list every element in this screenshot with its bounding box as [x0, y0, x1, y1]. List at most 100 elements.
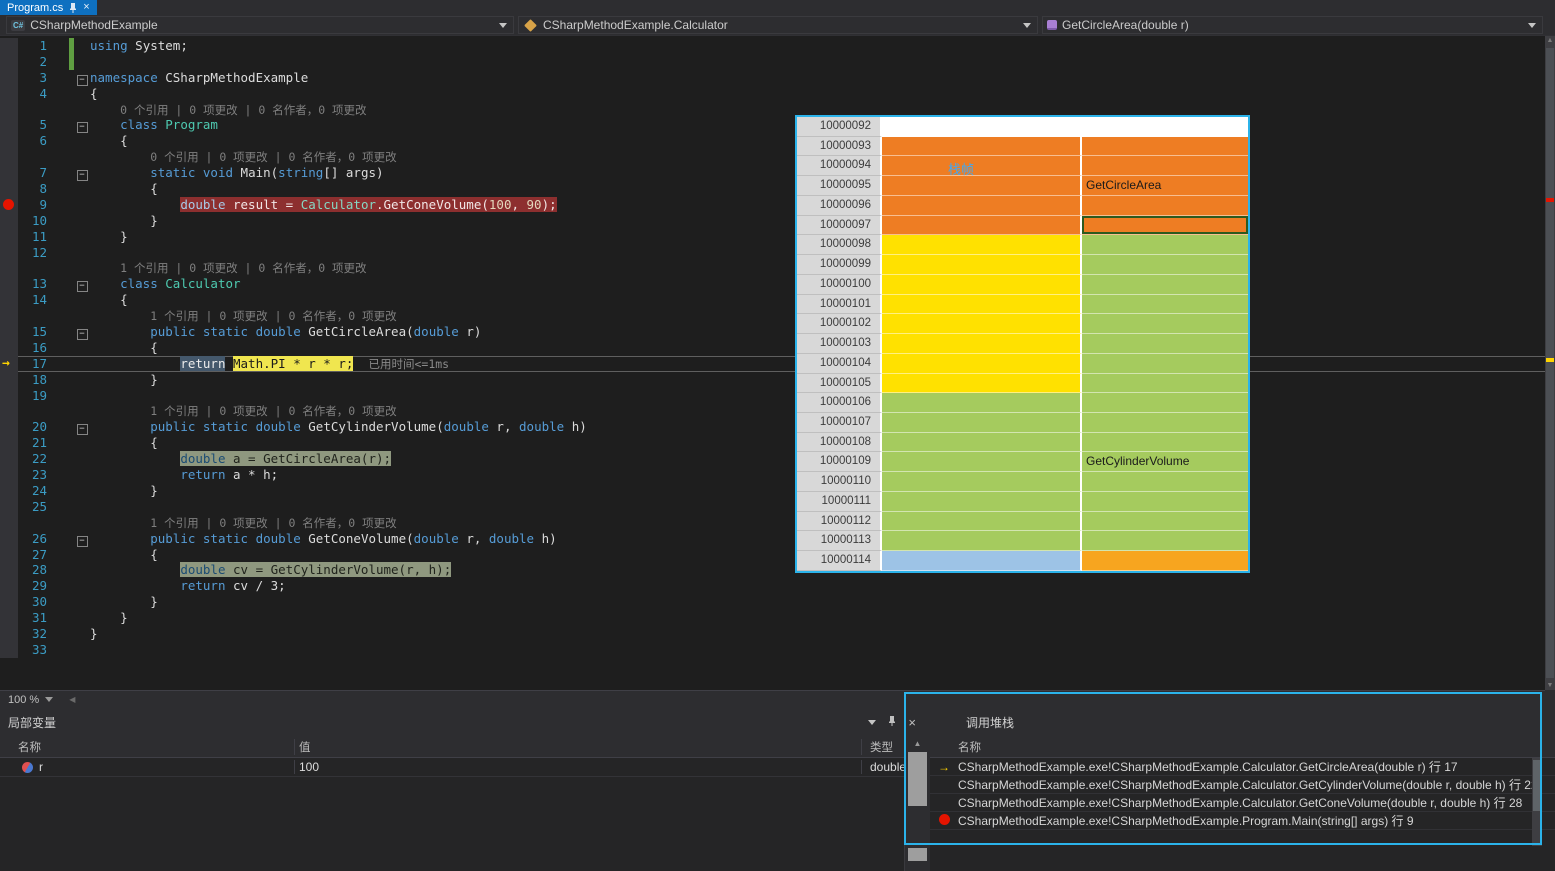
breakpoint-margin[interactable] — [0, 388, 18, 404]
breakpoint-margin[interactable] — [0, 70, 18, 86]
code-line[interactable]: 2 — [0, 54, 1545, 70]
code-line[interactable]: 8 { — [0, 181, 1545, 197]
code-line[interactable]: 21 { — [0, 435, 1545, 451]
code-line[interactable]: 0 个引用 | 0 项更改 | 0 名作者，0 项更改 — [0, 102, 1545, 118]
breakpoint-margin[interactable] — [0, 102, 18, 118]
breakpoint-margin[interactable] — [0, 483, 18, 499]
code-line[interactable]: 28 double cv = GetCylinderVolume(r, h); — [0, 562, 1545, 578]
code-line[interactable]: 6 { — [0, 133, 1545, 149]
breakpoint-margin[interactable] — [0, 54, 18, 70]
code-line[interactable]: 4{ — [0, 86, 1545, 102]
code-line[interactable]: 27 { — [0, 547, 1545, 563]
collapse-icon[interactable]: − — [77, 536, 88, 547]
breakpoint-margin[interactable] — [0, 435, 18, 451]
code-line[interactable]: 5− class Program — [0, 117, 1545, 133]
scroll-up-icon[interactable]: ▲ — [1545, 37, 1555, 44]
breakpoint-margin[interactable] — [0, 610, 18, 626]
breakpoint-margin[interactable] — [0, 547, 18, 563]
breakpoint-margin[interactable] — [0, 467, 18, 483]
window-menu-chevron-icon[interactable] — [868, 720, 876, 725]
codelens-text[interactable]: 0 个引用 | 0 项更改 | 0 名作者，0 项更改 — [150, 150, 396, 164]
breakpoint-margin[interactable] — [0, 308, 18, 324]
breakpoint-margin[interactable] — [0, 38, 18, 54]
callstack-frame[interactable]: CSharpMethodExample.exe!CSharpMethodExam… — [930, 794, 1555, 812]
locals-titlebar[interactable]: 局部变量 × — [0, 708, 930, 736]
breakpoint-margin[interactable] — [0, 292, 18, 308]
breakpoint-margin[interactable] — [0, 578, 18, 594]
collapse-icon[interactable]: − — [77, 281, 88, 292]
breakpoint-margin[interactable] — [0, 86, 18, 102]
code-line[interactable]: 12 — [0, 245, 1545, 261]
collapse-icon[interactable]: − — [77, 75, 88, 86]
hscroll-left-icon[interactable]: ◀ — [69, 695, 75, 704]
breakpoint-margin[interactable] — [0, 340, 18, 356]
collapse-icon[interactable]: − — [77, 424, 88, 435]
column-header-name[interactable]: 名称 — [958, 739, 981, 755]
breakpoint-margin[interactable] — [0, 642, 18, 658]
column-header-value[interactable]: 值 — [295, 739, 862, 755]
close-icon[interactable]: × — [83, 2, 89, 13]
code-line[interactable]: 31 } — [0, 610, 1545, 626]
collapse-icon[interactable]: − — [77, 170, 88, 181]
breakpoint-margin[interactable] — [0, 626, 18, 642]
breakpoint-margin[interactable] — [0, 260, 18, 276]
breakpoint-margin[interactable]: → — [0, 356, 18, 372]
breakpoint-margin[interactable] — [0, 213, 18, 229]
collapse-icon[interactable]: − — [77, 122, 88, 133]
codelens-text[interactable]: 1 个引用 | 0 项更改 | 0 名作者，0 项更改 — [150, 404, 396, 418]
variable-value-cell[interactable]: 100 — [295, 760, 862, 774]
breakpoint-margin[interactable] — [0, 515, 18, 531]
breakpoint-margin[interactable] — [0, 324, 18, 340]
codelens-text[interactable]: 0 个引用 | 0 项更改 | 0 名作者，0 项更改 — [120, 103, 366, 117]
code-line[interactable]: 3−namespace CSharpMethodExample — [0, 70, 1545, 86]
breakpoint-margin[interactable] — [0, 245, 18, 261]
pin-icon[interactable] — [69, 3, 77, 13]
breakpoint-margin[interactable] — [0, 197, 18, 213]
code-line[interactable]: 23 return a * h; — [0, 467, 1545, 483]
code-line[interactable]: 13− class Calculator — [0, 276, 1545, 292]
locals-row[interactable]: r100double — [0, 758, 930, 777]
collapse-icon[interactable]: − — [77, 329, 88, 340]
breakpoint-icon[interactable] — [3, 199, 14, 210]
breakpoint-margin[interactable] — [0, 181, 18, 197]
code-line[interactable]: 15− public static double GetCircleArea(d… — [0, 324, 1545, 340]
breakpoint-margin[interactable] — [0, 594, 18, 610]
column-header-name[interactable]: 名称 — [0, 739, 295, 755]
scrollbar-thumb[interactable] — [1533, 760, 1541, 811]
breakpoint-margin[interactable] — [0, 372, 18, 388]
code-line[interactable]: 1using System; — [0, 38, 1545, 54]
code-line[interactable]: 7− static void Main(string[] args) — [0, 165, 1545, 181]
code-line[interactable]: 20− public static double GetCylinderVolu… — [0, 419, 1545, 435]
breakpoint-margin[interactable] — [0, 451, 18, 467]
callstack-frame[interactable]: →CSharpMethodExample.exe!CSharpMethodExa… — [930, 758, 1555, 776]
breakpoint-margin[interactable] — [0, 229, 18, 245]
editor-vertical-scrollbar[interactable]: ▲ ▼ — [1545, 36, 1555, 690]
callstack-frame[interactable]: CSharpMethodExample.exe!CSharpMethodExam… — [930, 776, 1555, 794]
code-line[interactable]: 29 return cv / 3; — [0, 578, 1545, 594]
project-dropdown[interactable]: C# CSharpMethodExample — [6, 16, 514, 34]
code-line[interactable]: 30 } — [0, 594, 1545, 610]
code-line[interactable]: 1 个引用 | 0 项更改 | 0 名作者，0 项更改 — [0, 403, 1545, 419]
code-line[interactable]: 25 — [0, 499, 1545, 515]
breakpoint-margin[interactable] — [0, 403, 18, 419]
callstack-frame[interactable]: CSharpMethodExample.exe!CSharpMethodExam… — [930, 812, 1555, 830]
scroll-down-icon[interactable]: ▼ — [1545, 682, 1555, 689]
breakpoint-margin[interactable] — [0, 562, 18, 578]
locals-scrollbar[interactable]: ▲ — [904, 736, 930, 871]
code-line[interactable]: 24 } — [0, 483, 1545, 499]
code-line[interactable]: 0 个引用 | 0 项更改 | 0 名作者，0 项更改 — [0, 149, 1545, 165]
code-line[interactable]: 9 double result = Calculator.GetConeVolu… — [0, 197, 1545, 213]
scrollbar-thumb[interactable] — [1546, 48, 1554, 678]
code-line[interactable]: 1 个引用 | 0 项更改 | 0 名作者，0 项更改 — [0, 260, 1545, 276]
scrollbar-thumb[interactable] — [908, 752, 927, 806]
tab-program-cs[interactable]: Program.cs × — [0, 0, 97, 15]
code-line[interactable]: 1 个引用 | 0 项更改 | 0 名作者，0 项更改 — [0, 308, 1545, 324]
breakpoint-margin[interactable] — [0, 499, 18, 515]
code-line[interactable]: 33 — [0, 642, 1545, 658]
code-line[interactable]: 26− public static double GetConeVolume(d… — [0, 531, 1545, 547]
member-dropdown[interactable]: GetCircleArea(double r) — [1042, 16, 1543, 34]
breakpoint-margin[interactable] — [0, 276, 18, 292]
codelens-text[interactable]: 1 个引用 | 0 项更改 | 0 名作者，0 项更改 — [150, 309, 396, 323]
breakpoint-margin[interactable] — [0, 165, 18, 181]
breakpoint-margin[interactable] — [0, 531, 18, 547]
